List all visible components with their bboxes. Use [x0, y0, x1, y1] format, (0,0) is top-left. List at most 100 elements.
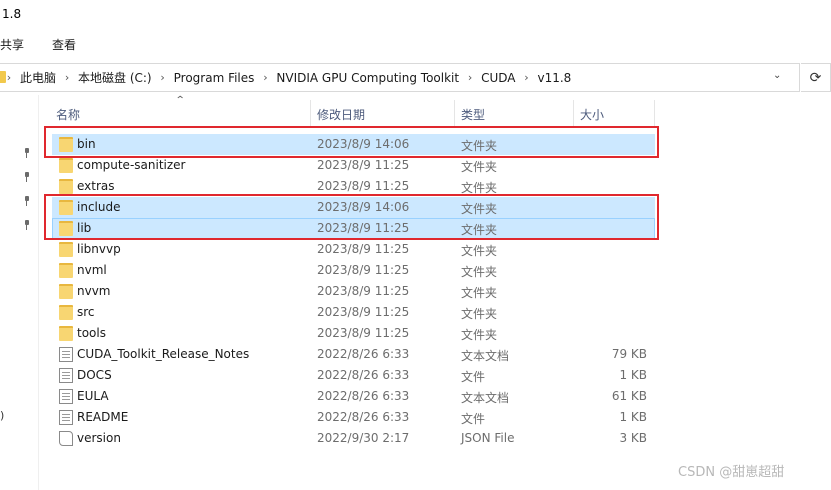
- chevron-down-icon[interactable]: ⌄: [773, 70, 781, 81]
- file-row[interactable]: tools 2023/8/9 11:25 文件夹: [52, 323, 655, 344]
- file-name: libnvvp: [77, 242, 121, 256]
- file-size: 1 KB: [619, 368, 647, 382]
- menu-share[interactable]: 共享: [0, 36, 24, 54]
- breadcrumb-item[interactable]: Program Files: [172, 71, 257, 85]
- breadcrumb-item[interactable]: CUDA: [479, 71, 517, 85]
- chevron-right-icon[interactable]: ›: [461, 71, 479, 84]
- folder-icon: [59, 326, 73, 341]
- highlight-box: [44, 194, 659, 240]
- file-modified: 2022/8/26 6:33: [317, 410, 410, 424]
- navigation-pane: ): [0, 95, 38, 490]
- breadcrumb-item[interactable]: 此电脑: [18, 69, 58, 86]
- breadcrumb-item[interactable]: 本地磁盘 (C:): [76, 69, 154, 86]
- json-file-icon: [59, 431, 73, 446]
- file-type: 文件: [461, 370, 486, 384]
- file-row[interactable]: src 2023/8/9 11:25 文件夹: [52, 302, 655, 323]
- file-name: nvvm: [77, 284, 111, 298]
- pin-icon[interactable]: [22, 220, 32, 230]
- watermark: CSDN @甜崽超甜: [678, 465, 785, 480]
- folder-icon: [59, 263, 73, 278]
- column-header: ⌃ 名称 修改日期 类型 大小: [52, 95, 655, 128]
- nav-item-label[interactable]: ): [0, 409, 4, 422]
- file-modified: 2023/8/9 11:25: [317, 305, 410, 319]
- file-name: CUDA_Toolkit_Release_Notes: [77, 347, 250, 361]
- column-modified[interactable]: 修改日期: [317, 106, 365, 123]
- file-name: src: [77, 305, 95, 319]
- file-size: 61 KB: [611, 389, 647, 403]
- chevron-right-icon[interactable]: ›: [154, 71, 172, 84]
- pin-icon[interactable]: [22, 148, 32, 158]
- file-row[interactable]: nvml 2023/8/9 11:25 文件夹: [52, 260, 655, 281]
- file-row[interactable]: nvvm 2023/8/9 11:25 文件夹: [52, 281, 655, 302]
- folder-icon: [59, 284, 73, 299]
- file-modified: 2023/8/9 11:25: [317, 263, 410, 277]
- highlight-box: [44, 126, 659, 158]
- column-divider[interactable]: [454, 100, 455, 128]
- chevron-right-icon[interactable]: ›: [0, 71, 18, 84]
- file-type: 文本文档: [461, 349, 510, 363]
- file-icon: [59, 410, 73, 425]
- refresh-icon: ⟳: [809, 69, 822, 86]
- file-modified: 2023/8/9 11:25: [317, 284, 410, 298]
- file-type: 文件夹: [461, 244, 498, 258]
- file-type: 文件夹: [461, 160, 498, 174]
- column-divider[interactable]: [310, 100, 311, 128]
- column-divider[interactable]: [573, 100, 574, 128]
- file-modified: 2022/8/26 6:33: [317, 347, 410, 361]
- file-size: 79 KB: [611, 347, 647, 361]
- text-document-icon: [59, 347, 73, 362]
- file-modified: 2022/8/26 6:33: [317, 368, 410, 382]
- file-icon: [59, 368, 73, 383]
- file-name: nvml: [77, 263, 107, 277]
- file-name: EULA: [77, 389, 109, 403]
- menu-view[interactable]: 查看: [52, 36, 76, 54]
- file-row[interactable]: libnvvp 2023/8/9 11:25 文件夹: [52, 239, 655, 260]
- pin-icon[interactable]: [22, 196, 32, 206]
- window-title: 1.8: [2, 7, 22, 21]
- pane-divider: [38, 95, 39, 490]
- ribbon-menu: 共享 查看: [0, 36, 104, 54]
- column-size[interactable]: 大小: [580, 106, 604, 123]
- file-size: 1 KB: [619, 410, 647, 424]
- file-row[interactable]: version 2022/9/30 2:17 JSON File 3 KB: [52, 428, 655, 449]
- folder-icon: [59, 158, 73, 173]
- folder-icon: [59, 242, 73, 257]
- column-name[interactable]: 名称: [56, 106, 80, 123]
- file-modified: 2023/8/9 11:25: [317, 242, 410, 256]
- file-modified: 2023/8/9 11:25: [317, 158, 410, 172]
- file-row[interactable]: README 2022/8/26 6:33 文件 1 KB: [52, 407, 655, 428]
- file-name: DOCS: [77, 368, 112, 382]
- address-bar[interactable]: › 此电脑 › 本地磁盘 (C:) › Program Files › NVIDIA GPU …: [0, 63, 800, 92]
- breadcrumb-item[interactable]: NVIDIA GPU Computing Toolkit: [274, 71, 461, 85]
- breadcrumb-item[interactable]: v11.8: [535, 71, 573, 85]
- pin-icon[interactable]: [22, 172, 32, 182]
- file-row[interactable]: EULA 2022/8/26 6:33 文本文档 61 KB: [52, 386, 655, 407]
- chevron-right-icon[interactable]: ›: [58, 71, 76, 84]
- file-modified: 2023/8/9 11:25: [317, 179, 410, 193]
- file-row[interactable]: compute-sanitizer 2023/8/9 11:25 文件夹: [52, 155, 655, 176]
- file-row[interactable]: DOCS 2022/8/26 6:33 文件 1 KB: [52, 365, 655, 386]
- file-list: bin 2023/8/9 14:06 文件夹 compute-sanitizer 202…: [52, 134, 655, 449]
- folder-icon: [59, 305, 73, 320]
- chevron-right-icon[interactable]: ›: [517, 71, 535, 84]
- column-divider[interactable]: [654, 100, 655, 128]
- text-document-icon: [59, 389, 73, 404]
- folder-icon: [59, 179, 73, 194]
- file-row[interactable]: CUDA_Toolkit_Release_Notes 2022/8/26 6:33…: [52, 344, 655, 365]
- file-name: version: [77, 431, 121, 445]
- file-name: README: [77, 410, 129, 424]
- file-type: 文件夹: [461, 265, 498, 279]
- file-name: tools: [77, 326, 106, 340]
- file-name: compute-sanitizer: [77, 158, 186, 172]
- refresh-button[interactable]: ⟳: [801, 63, 831, 92]
- file-type: 文件夹: [461, 328, 498, 342]
- chevron-right-icon[interactable]: ›: [256, 71, 274, 84]
- file-type: 文本文档: [461, 391, 510, 405]
- sort-ascending-icon: ⌃: [174, 95, 186, 106]
- file-type: 文件夹: [461, 286, 498, 300]
- breadcrumb: › 此电脑 › 本地磁盘 (C:) › Program Files › NVIDIA GPU …: [0, 64, 573, 91]
- file-type: JSON File: [461, 431, 515, 445]
- column-type[interactable]: 类型: [461, 106, 485, 123]
- file-name: extras: [77, 179, 115, 193]
- file-type: 文件: [461, 412, 486, 426]
